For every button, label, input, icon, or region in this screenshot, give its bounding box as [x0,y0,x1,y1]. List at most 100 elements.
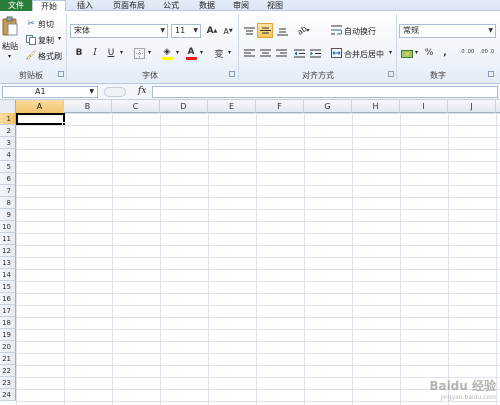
alignment-launcher-icon[interactable] [388,71,394,77]
shrink-font-button[interactable]: A ▼ [222,25,234,37]
column-header[interactable]: H [352,100,400,113]
row-header[interactable]: 18 [0,317,16,329]
align-right-button[interactable] [274,47,288,59]
underline-dropdown-arrow[interactable]: ▾ [120,49,123,56]
cell-area[interactable] [16,113,500,405]
orientation-button[interactable]: ab ▾ [294,24,312,37]
decrease-indent-button[interactable] [292,47,306,59]
phonetic-dropdown-arrow[interactable]: ▾ [228,49,231,56]
tab-review[interactable]: 审阅 [226,0,256,11]
align-bottom-button[interactable] [275,25,289,37]
formula-bar-resize-handle[interactable] [104,87,126,97]
phonetic-button[interactable]: 变 [212,45,226,61]
percent-button[interactable]: % [423,46,435,59]
font-name-combo[interactable]: 宋体 ▼ [70,24,168,38]
row-header[interactable]: 12 [0,245,16,257]
row-header[interactable]: 17 [0,305,16,317]
row-header[interactable]: 15 [0,281,16,293]
column-header[interactable]: B [64,100,112,113]
row-header[interactable]: 1 [0,113,16,125]
font-color-dropdown-arrow[interactable]: ▾ [200,49,203,56]
row-header[interactable]: 2 [0,125,16,137]
row-header[interactable]: 11 [0,233,16,245]
borders-dropdown-arrow[interactable]: ▾ [148,49,151,56]
align-left-button[interactable] [242,47,256,59]
merge-center-button[interactable]: 合并后居中 [344,49,384,60]
underline-button[interactable]: U [104,46,118,60]
tab-data[interactable]: 数据 [192,0,222,11]
row-header[interactable]: 24 [0,389,16,401]
column-header[interactable]: C [112,100,160,113]
column-header[interactable]: F [256,100,304,113]
comma-button[interactable]: , [439,46,451,59]
number-launcher-icon[interactable] [488,71,494,77]
row-header[interactable]: 10 [0,221,16,233]
paste-label[interactable]: 粘贴 [2,41,18,52]
fill-color-bar [161,56,173,60]
font-size-value: 11 [175,26,186,35]
row-header[interactable]: 5 [0,161,16,173]
column-header[interactable]: A [16,100,64,113]
font-color-button[interactable]: A [184,45,198,61]
row-header[interactable]: 13 [0,257,16,269]
bold-button[interactable]: B [72,46,86,60]
increase-decimal-button[interactable]: .0 .00 [458,46,476,59]
clipboard-launcher-icon[interactable] [58,71,64,77]
paste-dropdown-arrow[interactable]: ▾ [8,53,11,60]
tab-view[interactable]: 视图 [260,0,290,11]
accounting-format-button[interactable] [400,46,414,59]
row-header[interactable]: 9 [0,209,16,221]
row-header[interactable]: 19 [0,329,16,341]
column-header[interactable]: G [304,100,352,113]
accounting-dropdown-arrow[interactable]: ▾ [415,49,418,56]
italic-button[interactable]: I [88,46,102,60]
tab-formulas[interactable]: 公式 [156,0,186,11]
tab-file[interactable]: 文件 [0,0,32,11]
column-header[interactable]: J [448,100,496,113]
wrap-text-button[interactable]: 自动换行 [344,26,376,37]
fill-handle[interactable] [62,122,66,126]
row-header[interactable]: 16 [0,293,16,305]
select-all-corner[interactable] [0,100,16,113]
name-box[interactable]: A1 ▼ [2,86,98,98]
grow-font-button[interactable]: A ▲ [206,24,218,38]
number-format-combo[interactable]: 常规 ▼ [399,24,496,38]
copy-dropdown-arrow[interactable]: ▾ [58,35,61,42]
merge-dropdown-arrow[interactable]: ▾ [389,49,392,56]
borders-button[interactable] [132,46,146,60]
increase-indent-button[interactable] [308,47,322,59]
row-header[interactable]: 6 [0,173,16,185]
active-cell[interactable] [16,113,66,126]
font-size-combo[interactable]: 11 ▼ [171,24,201,38]
formula-input[interactable] [152,86,498,98]
font-color-bar [185,56,197,60]
row-header[interactable]: 3 [0,137,16,149]
fill-color-button[interactable]: ◈ [160,45,174,61]
column-header[interactable]: D [160,100,208,113]
row-header[interactable]: 7 [0,185,16,197]
format-painter-button[interactable]: 格式刷 [38,51,62,62]
insert-function-button[interactable]: fx [138,86,146,96]
row-header[interactable]: 21 [0,353,16,365]
align-middle-button[interactable] [257,23,273,38]
copy-button[interactable]: 复制 [38,35,54,46]
row-header[interactable]: 4 [0,149,16,161]
row-header[interactable]: 23 [0,377,16,389]
tab-insert[interactable]: 插入 [70,0,100,11]
chevron-down-icon[interactable]: ▼ [89,87,94,97]
font-group-title: 字体 [142,71,158,80]
row-header[interactable]: 14 [0,269,16,281]
row-header[interactable]: 22 [0,365,16,377]
paste-button[interactable] [2,15,18,37]
tab-page-layout[interactable]: 页面布局 [106,0,152,11]
font-launcher-icon[interactable] [229,71,235,77]
cut-button[interactable]: 剪切 [38,19,54,30]
row-header[interactable]: 8 [0,197,16,209]
align-top-button[interactable] [242,25,256,37]
column-header[interactable]: E [208,100,256,113]
fill-color-dropdown-arrow[interactable]: ▾ [176,49,179,56]
row-header[interactable]: 20 [0,341,16,353]
align-center-button[interactable] [258,47,272,59]
column-header[interactable]: I [400,100,448,113]
decrease-decimal-button[interactable]: .00 .0 [478,46,496,59]
